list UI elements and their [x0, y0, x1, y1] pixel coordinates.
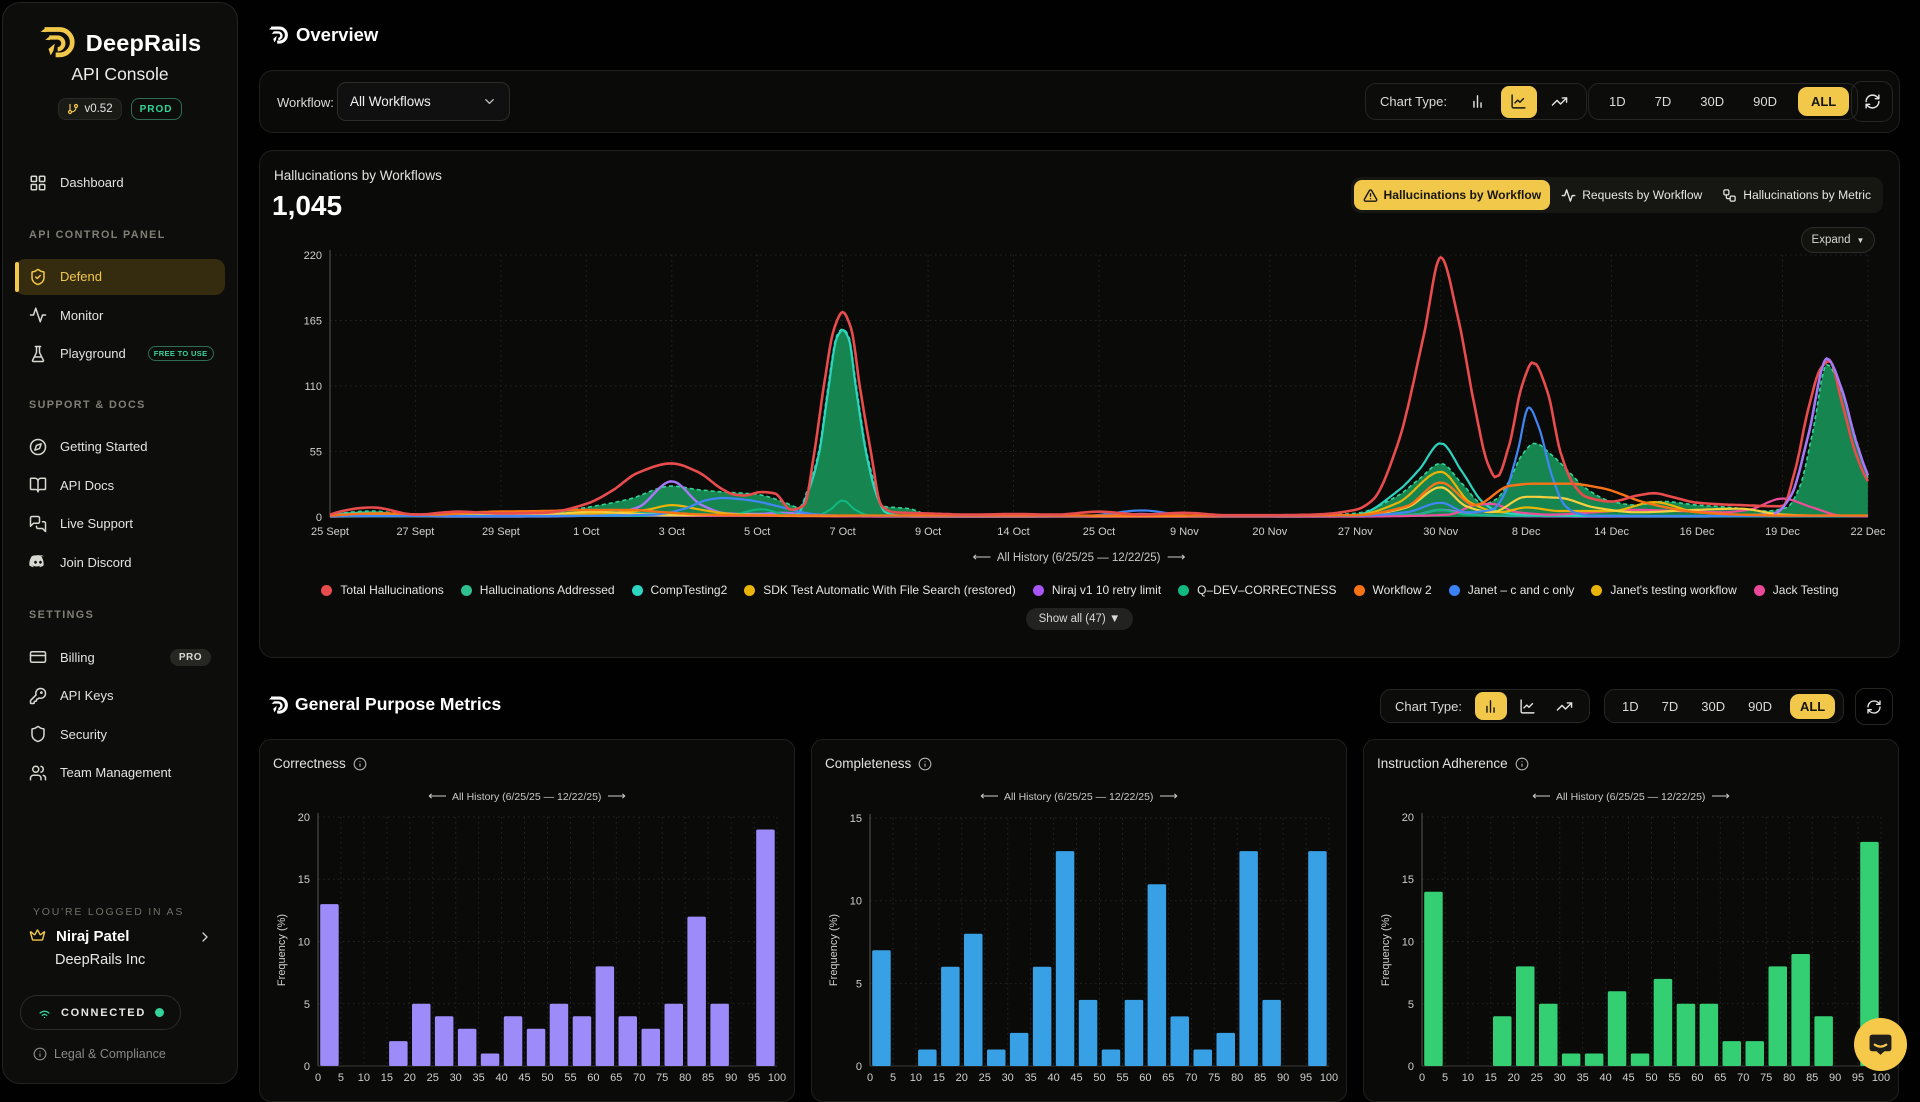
svg-text:85: 85 — [702, 1072, 714, 1084]
svg-text:40: 40 — [1599, 1072, 1611, 1084]
svg-text:95: 95 — [1852, 1072, 1864, 1084]
svg-text:55: 55 — [564, 1072, 576, 1084]
svg-text:55: 55 — [1668, 1072, 1680, 1084]
svg-text:35: 35 — [472, 1072, 484, 1084]
svg-text:100: 100 — [768, 1072, 786, 1084]
svg-text:Frequency (%): Frequency (%) — [276, 914, 288, 986]
svg-text:20: 20 — [1508, 1072, 1520, 1084]
svg-text:25: 25 — [979, 1072, 991, 1084]
svg-text:5: 5 — [1408, 999, 1414, 1011]
svg-text:65: 65 — [1714, 1072, 1726, 1084]
svg-text:5: 5 — [856, 978, 862, 990]
svg-text:80: 80 — [1231, 1072, 1243, 1084]
svg-text:25: 25 — [1531, 1072, 1543, 1084]
svg-text:10: 10 — [1462, 1072, 1474, 1084]
svg-text:15: 15 — [850, 813, 862, 825]
svg-text:45: 45 — [1070, 1072, 1082, 1084]
svg-text:95: 95 — [1300, 1072, 1312, 1084]
svg-text:30: 30 — [450, 1072, 462, 1084]
svg-text:95: 95 — [748, 1072, 760, 1084]
svg-text:80: 80 — [679, 1072, 691, 1084]
svg-text:20: 20 — [1402, 812, 1414, 824]
svg-text:100: 100 — [1872, 1072, 1890, 1084]
svg-text:0: 0 — [1408, 1061, 1414, 1073]
svg-text:65: 65 — [1162, 1072, 1174, 1084]
svg-text:10: 10 — [910, 1072, 922, 1084]
svg-text:35: 35 — [1025, 1072, 1037, 1084]
svg-text:70: 70 — [1737, 1072, 1749, 1084]
svg-text:50: 50 — [1093, 1072, 1105, 1084]
svg-text:60: 60 — [587, 1072, 599, 1084]
svg-text:15: 15 — [1485, 1072, 1497, 1084]
svg-text:45: 45 — [1622, 1072, 1634, 1084]
svg-text:10: 10 — [1402, 937, 1414, 949]
svg-text:0: 0 — [1419, 1072, 1425, 1084]
svg-text:90: 90 — [1829, 1072, 1841, 1084]
svg-text:80: 80 — [1783, 1072, 1795, 1084]
svg-text:0: 0 — [856, 1061, 862, 1073]
svg-text:60: 60 — [1691, 1072, 1703, 1084]
svg-text:10: 10 — [358, 1072, 370, 1084]
svg-text:45: 45 — [518, 1072, 530, 1084]
svg-text:10: 10 — [850, 896, 862, 908]
svg-text:85: 85 — [1254, 1072, 1266, 1084]
svg-text:65: 65 — [610, 1072, 622, 1084]
svg-text:5: 5 — [338, 1072, 344, 1084]
svg-text:40: 40 — [1047, 1072, 1059, 1084]
svg-text:15: 15 — [298, 874, 310, 886]
svg-text:85: 85 — [1806, 1072, 1818, 1084]
svg-text:Frequency (%): Frequency (%) — [828, 914, 840, 986]
svg-text:5: 5 — [890, 1072, 896, 1084]
svg-text:75: 75 — [1760, 1072, 1772, 1084]
svg-text:0: 0 — [315, 1072, 321, 1084]
svg-text:10: 10 — [298, 937, 310, 949]
svg-text:75: 75 — [1208, 1072, 1220, 1084]
svg-text:50: 50 — [541, 1072, 553, 1084]
svg-text:15: 15 — [1402, 874, 1414, 886]
svg-text:5: 5 — [304, 999, 310, 1011]
svg-text:20: 20 — [956, 1072, 968, 1084]
svg-text:30: 30 — [1554, 1072, 1566, 1084]
svg-text:70: 70 — [633, 1072, 645, 1084]
svg-text:30: 30 — [1002, 1072, 1014, 1084]
svg-text:0: 0 — [867, 1072, 873, 1084]
svg-text:Frequency (%): Frequency (%) — [1380, 914, 1392, 986]
svg-text:50: 50 — [1645, 1072, 1657, 1084]
svg-text:20: 20 — [298, 812, 310, 824]
svg-text:90: 90 — [725, 1072, 737, 1084]
svg-text:5: 5 — [1442, 1072, 1448, 1084]
svg-text:60: 60 — [1139, 1072, 1151, 1084]
svg-text:15: 15 — [381, 1072, 393, 1084]
svg-text:15: 15 — [933, 1072, 945, 1084]
svg-text:35: 35 — [1577, 1072, 1589, 1084]
svg-text:40: 40 — [495, 1072, 507, 1084]
svg-text:25: 25 — [427, 1072, 439, 1084]
svg-text:90: 90 — [1277, 1072, 1289, 1084]
svg-text:0: 0 — [304, 1061, 310, 1073]
svg-text:100: 100 — [1320, 1072, 1338, 1084]
svg-text:75: 75 — [656, 1072, 668, 1084]
svg-text:20: 20 — [404, 1072, 416, 1084]
svg-text:55: 55 — [1116, 1072, 1128, 1084]
svg-text:70: 70 — [1185, 1072, 1197, 1084]
